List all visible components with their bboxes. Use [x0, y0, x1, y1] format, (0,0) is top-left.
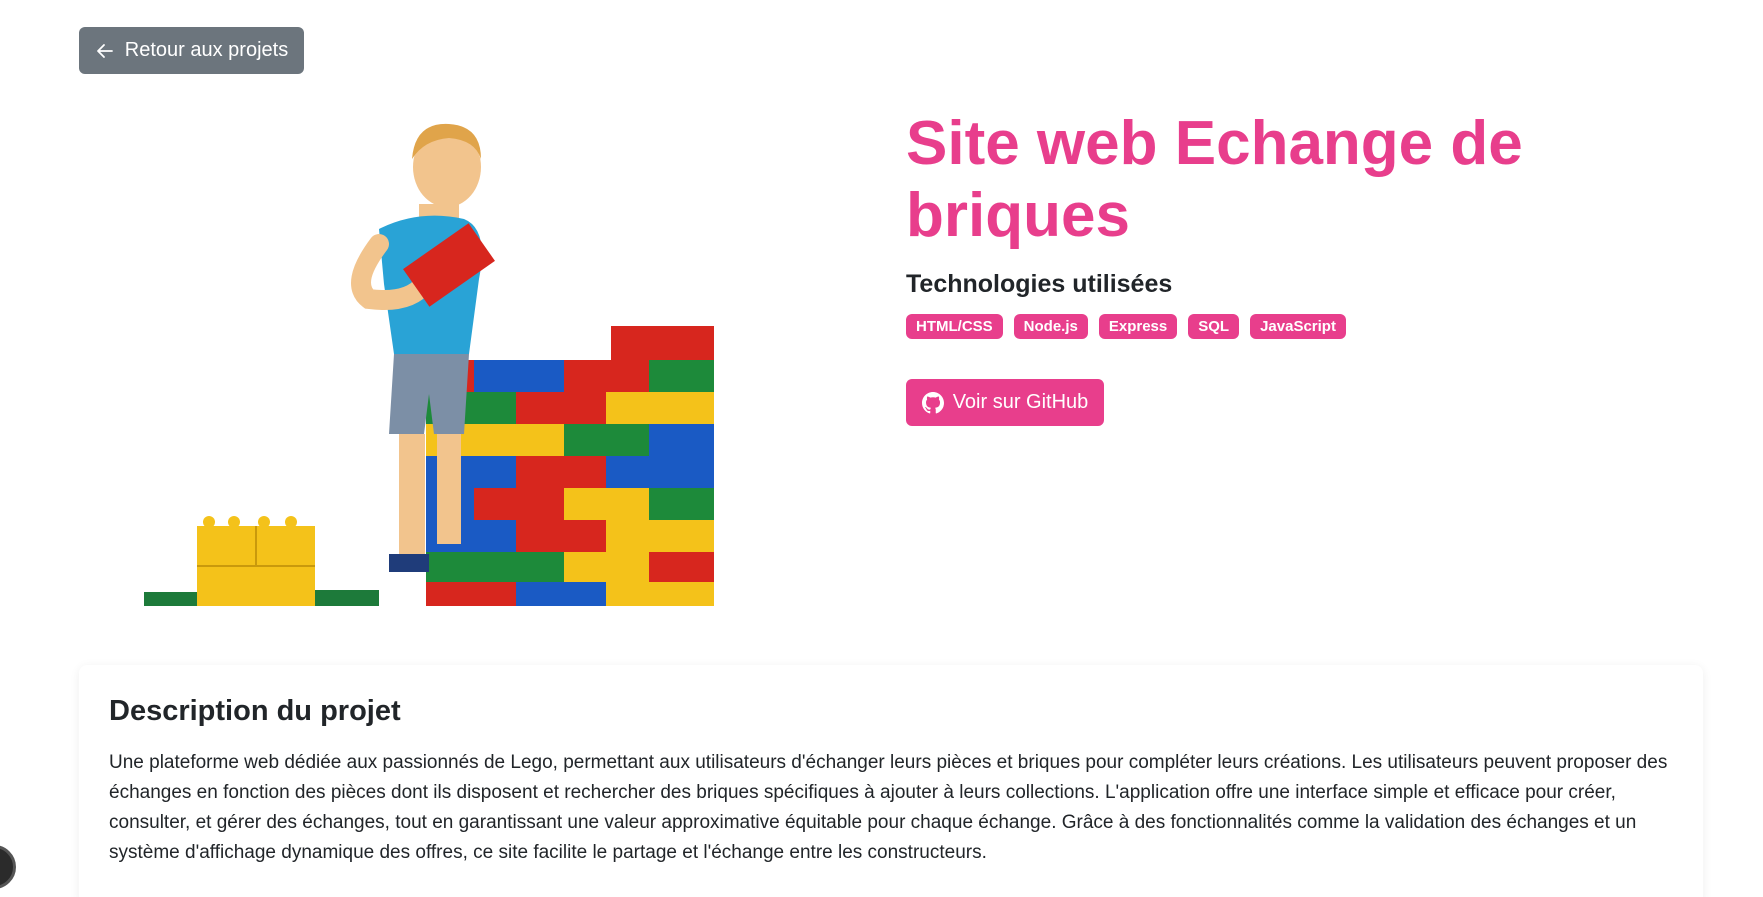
back-button-label: Retour aux projets — [124, 39, 289, 61]
tech-badge: SQL — [1188, 314, 1240, 339]
tech-badge: Express — [1098, 314, 1178, 339]
github-button-label: Voir sur GitHub — [952, 391, 1089, 413]
description-card: Description du projet Une plateforme web… — [79, 665, 1703, 897]
view-on-github-button[interactable]: Voir sur GitHub — [906, 379, 1104, 426]
back-to-projects-button[interactable]: Retour aux projets — [79, 27, 304, 74]
description-text: Une plateforme web dédiée aux passionnés… — [109, 752, 1668, 863]
lego-wall-illustration — [79, 104, 875, 606]
tech-badge: Node.js — [1013, 314, 1088, 339]
tech-badge: HTML/CSS — [906, 314, 1003, 339]
technologies-heading: Technologies utilisées — [906, 270, 1173, 298]
technology-badges: HTML/CSS Node.js Express SQL JavaScript — [906, 314, 1346, 339]
tech-badge: JavaScript — [1250, 314, 1346, 339]
description-heading: Description du projet — [109, 695, 401, 727]
arrow-left-icon — [96, 43, 113, 58]
project-detail-page: Retour aux projets Site web Echange de b… — [0, 0, 1763, 897]
project-image — [79, 104, 875, 606]
github-icon — [921, 391, 944, 413]
floating-action-button[interactable] — [0, 845, 16, 889]
project-title: Site web Echange de briques — [906, 109, 1523, 250]
